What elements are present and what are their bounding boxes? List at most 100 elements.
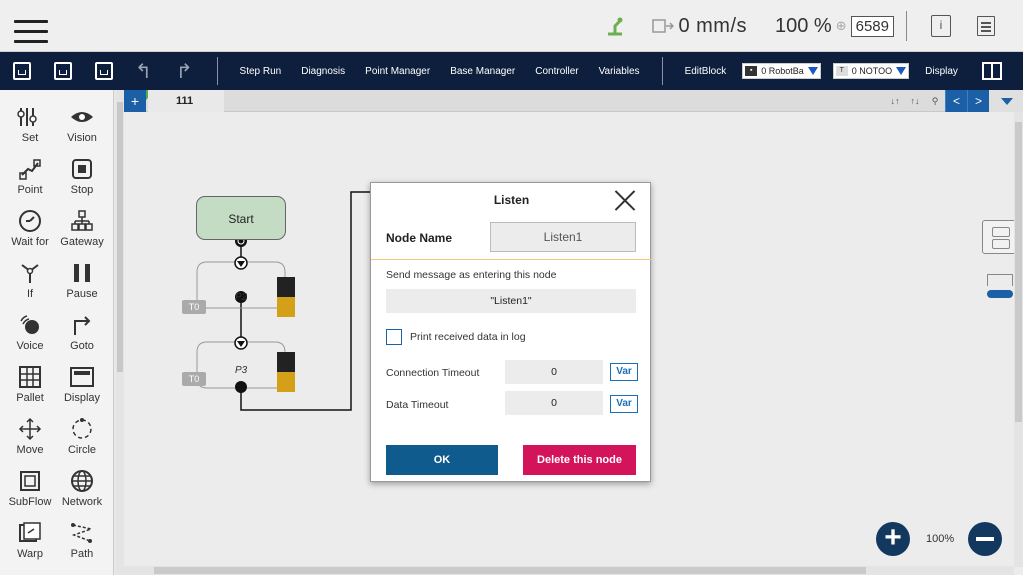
warp-icon [4, 520, 56, 546]
zoom-in-button[interactable]: + [876, 522, 910, 556]
tab-prev-button[interactable]: < [945, 90, 967, 112]
info-icon[interactable]: i [931, 15, 951, 37]
listen-dialog: Listen Node Name Listen1 Send message as… [370, 182, 652, 482]
palette-item-path[interactable]: Path [56, 512, 108, 564]
canvas-vertical-scrollbar[interactable] [1014, 112, 1023, 567]
palette-label: Move [16, 444, 44, 456]
palette-scroll-thumb[interactable] [117, 102, 123, 372]
step-run-button[interactable]: Step Run [240, 66, 282, 77]
speed-icon [652, 19, 675, 33]
robot-arm-icon [608, 17, 623, 36]
print-log-checkbox[interactable] [386, 329, 402, 345]
node-label[interactable]: P3 [235, 365, 247, 376]
sort-asc-icon[interactable]: ↓↑ [885, 90, 905, 112]
delete-node-button[interactable]: Delete this node [523, 445, 636, 475]
redo-icon[interactable]: ↱ [176, 59, 193, 84]
sort-desc-icon[interactable]: ↑↓ [905, 90, 925, 112]
tab-tools: ↓↑ ↑↓ ⚲ < > [885, 90, 1023, 112]
palette-item-warp[interactable]: Warp [4, 512, 56, 564]
connection-timeout-label: Connection Timeout [386, 367, 480, 379]
search-icon[interactable]: ⚲ [925, 90, 945, 112]
palette-item-pallet[interactable]: Pallet [4, 356, 56, 408]
node-palette: Set Vision Point Stop Wait for Gateway I… [0, 90, 114, 575]
palette-scrollbar[interactable] [116, 90, 124, 575]
speed-percent[interactable]: 100 % [775, 15, 832, 38]
palette-item-stop[interactable]: Stop [56, 148, 108, 200]
palette-label: Display [63, 392, 101, 404]
palette-item-display[interactable]: Display [56, 356, 108, 408]
layout-toggle-icon[interactable] [981, 62, 1002, 80]
zoom-out-button[interactable] [968, 522, 1002, 556]
tab-project[interactable]: 111 [148, 90, 224, 112]
start-node[interactable]: Start [196, 196, 286, 240]
new-project-icon[interactable] [13, 62, 31, 80]
align-nodes-icon[interactable] [982, 220, 1018, 254]
palette-item-subflow[interactable]: SubFlow [4, 460, 56, 512]
palette-item-wait-for[interactable]: Wait for [4, 200, 56, 252]
clock-icon [4, 208, 56, 234]
palette-item-voice[interactable]: Voice [4, 304, 56, 356]
connection-timeout-var-button[interactable]: Var [610, 363, 638, 381]
snap-toggle[interactable] [982, 272, 1018, 302]
hamburger-menu-icon[interactable] [14, 20, 48, 44]
save-project-icon[interactable] [54, 62, 72, 80]
connection-timeout-input[interactable]: 0 [505, 360, 603, 384]
tab-next-button[interactable]: > [967, 90, 989, 112]
zoom-level: 100% [926, 533, 955, 545]
palette-label: Set [21, 132, 39, 144]
print-log-label: Print received data in log [410, 331, 526, 343]
palette-item-goto[interactable]: Goto [56, 304, 108, 356]
palette-item-vision[interactable]: Vision [56, 96, 108, 148]
palette-item-if[interactable]: If [4, 252, 56, 304]
document-icon[interactable] [977, 16, 995, 36]
goto-icon [56, 312, 108, 338]
add-tab-button[interactable]: + [124, 90, 146, 112]
speed-readout: 0 mm/s [678, 14, 747, 37]
controller-button[interactable]: Controller [535, 66, 578, 77]
palette-item-gateway[interactable]: Gateway [56, 200, 108, 252]
tool-chip: T [835, 66, 848, 76]
toggle-switch-icon [987, 290, 1013, 298]
node-name-input[interactable]: Listen1 [490, 222, 636, 252]
undo-icon[interactable]: ↰ [135, 59, 152, 84]
ok-button[interactable]: OK [386, 445, 498, 475]
move-icon [4, 416, 56, 442]
base-select[interactable]: ▪ 0 RobotBa [742, 63, 821, 79]
counter-box: 6589 [850, 15, 894, 37]
palette-item-circle[interactable]: Circle [56, 408, 108, 460]
point-manager-button[interactable]: Point Manager [365, 66, 430, 77]
palette-item-pause[interactable]: Pause [56, 252, 108, 304]
palette-item-point[interactable]: Point [4, 148, 56, 200]
set-icon [4, 104, 56, 130]
data-timeout-input[interactable]: 0 [505, 391, 603, 415]
save-as-icon[interactable] [95, 62, 113, 80]
variables-button[interactable]: Variables [599, 66, 640, 77]
palette-label: Gateway [60, 236, 104, 248]
palette-item-network[interactable]: Network [56, 460, 108, 512]
message-input[interactable]: "Listen1" [386, 289, 636, 313]
status-group: 0 mm/s 100 % ⊕ 6589 i [604, 0, 1023, 52]
close-icon[interactable] [614, 189, 636, 211]
palette-item-move[interactable]: Move [4, 408, 56, 460]
horizontal-scroll-thumb[interactable] [154, 567, 866, 574]
display-button[interactable]: Display [925, 66, 958, 77]
send-message-label: Send message as entering this node [386, 269, 557, 281]
gateway-icon [56, 208, 108, 234]
vertical-scroll-thumb[interactable] [1015, 122, 1022, 422]
point-badge-icon [277, 352, 295, 392]
edit-block-button[interactable]: EditBlock [685, 66, 727, 77]
diagnosis-button[interactable]: Diagnosis [301, 66, 345, 77]
data-timeout-var-button[interactable]: Var [610, 395, 638, 413]
flow-tab-bar: + 111 ↓↑ ↑↓ ⚲ < > [124, 90, 1023, 112]
status-bar: 0 mm/s 100 % ⊕ 6589 i [0, 0, 1023, 52]
app-window: 0 mm/s 100 % ⊕ 6589 i ↰ ↱ Step Run Diagn… [0, 0, 1023, 575]
circle-icon [56, 416, 108, 442]
base-manager-button[interactable]: Base Manager [450, 66, 515, 77]
palette-label: Wait for [11, 236, 49, 248]
canvas-horizontal-scrollbar[interactable] [124, 566, 1014, 575]
node-label[interactable]: P2 [235, 292, 247, 303]
palette-item-set[interactable]: Set [4, 96, 56, 148]
tool-select[interactable]: T 0 NOTOO [832, 63, 910, 79]
palette-label: SubFlow [8, 496, 52, 508]
tab-dropdown-button[interactable] [989, 90, 1023, 112]
